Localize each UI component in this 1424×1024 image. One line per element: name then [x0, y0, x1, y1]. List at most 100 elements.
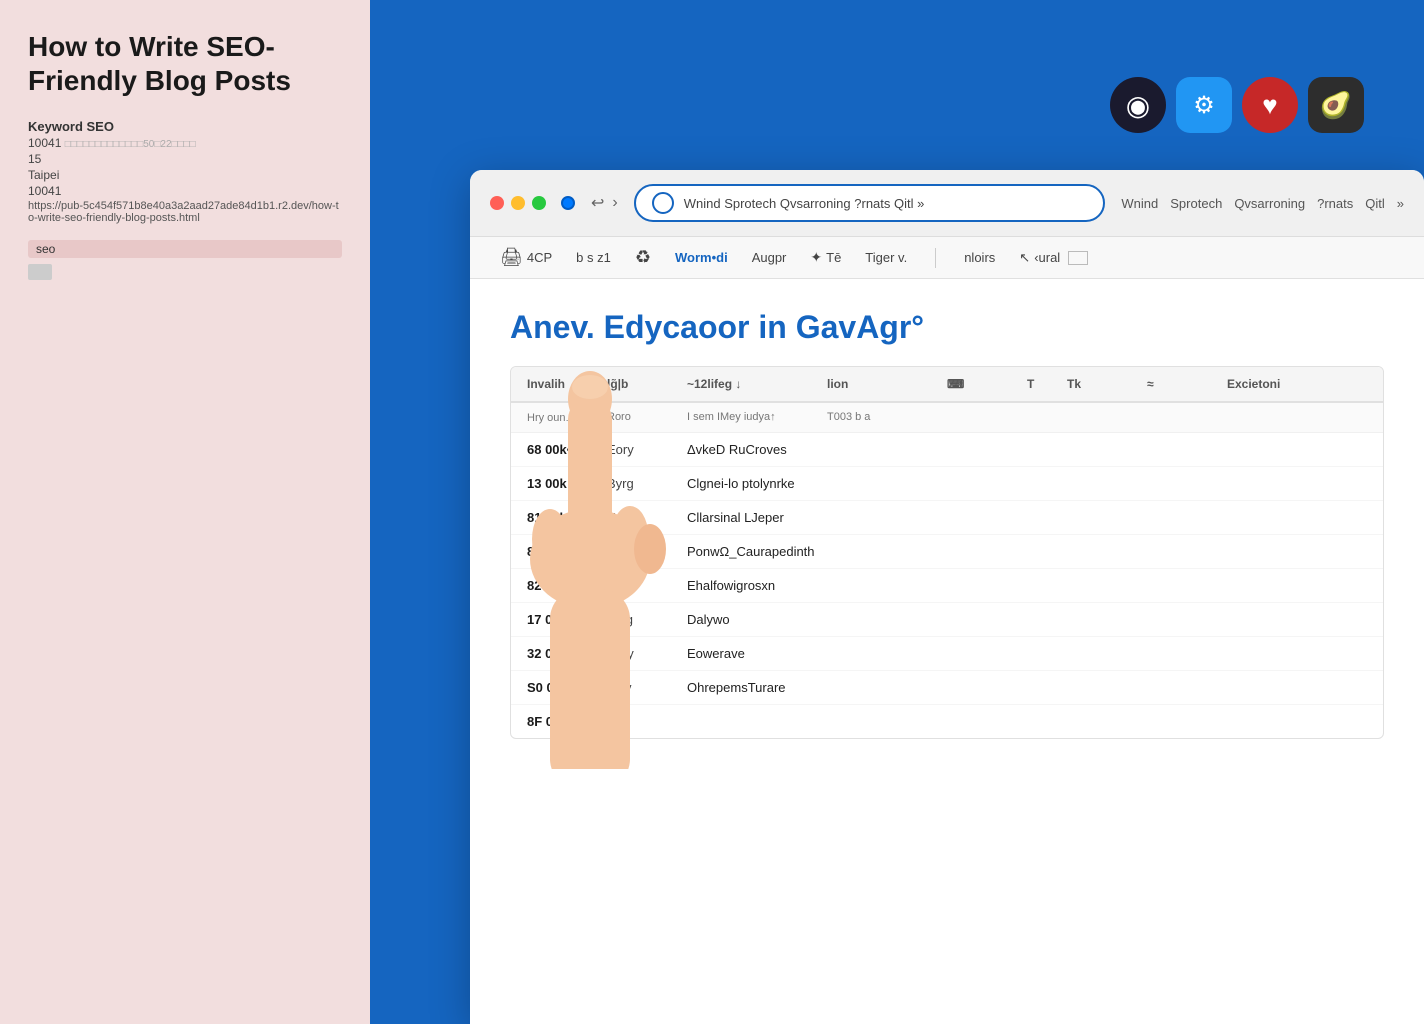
- table-row: 13 00k→ Byrg Clgnei-lo ptolynrke: [511, 467, 1383, 501]
- title-part4: GavAgr°: [796, 309, 924, 345]
- cell-kw-6: Rylg: [607, 612, 687, 627]
- browser-window: ↩ › Wnind Sprotech Qvsarroning ?rnats Qi…: [470, 170, 1424, 1024]
- table-row: 32 00k• Bory Eowerave: [511, 637, 1383, 671]
- sh-5: [947, 411, 1027, 424]
- page-title: How to Write SEO-Friendly Blog Posts: [28, 30, 342, 97]
- sh-2: Roro: [607, 411, 687, 424]
- cell-desc-8: OhrepemsTurare: [687, 680, 827, 695]
- table-row: 8F 00k•: [511, 705, 1383, 738]
- toolbar-separator: [935, 248, 936, 268]
- heart-app-icon[interactable]: ♥: [1242, 77, 1298, 133]
- browser-chrome: ↩ › Wnind Sprotech Qvsarroning ?rnats Qi…: [470, 170, 1424, 237]
- table-subheader-row: Hry oun⊥ Roro I sem IMey iudya↑ T003 b a: [511, 403, 1383, 433]
- toolbar-item-worn-ji[interactable]: Worm•di: [675, 250, 728, 265]
- toolbar-item-te[interactable]: ✦ Tē: [810, 249, 841, 266]
- cell-kw-1: Eory: [607, 442, 687, 457]
- sidebar-icon: [28, 264, 52, 280]
- table-row: 81 00k• Egry Cllarsinal LJeper: [511, 501, 1383, 535]
- address-bar[interactable]: Wnind Sprotech Qvsarroning ?rnats Qitl »: [634, 184, 1106, 222]
- main-area: ◉ ⚙ ♥ 🥑 ↩: [370, 0, 1424, 1024]
- toolbar-item-tiger[interactable]: Tiger v.: [865, 250, 907, 265]
- table-header-row: Invalih lg̃|b ~12lifeg ↓ lion ⌨ T Tk ≈ E…: [511, 367, 1383, 403]
- minimize-button[interactable]: [511, 196, 525, 210]
- toolbar-item-2[interactable]: b s z1: [576, 250, 611, 265]
- meta-zip: 10041: [28, 184, 342, 198]
- th-keyboard: ⌨: [947, 377, 1027, 391]
- toolbar-item-nloirs[interactable]: nloirs: [964, 250, 995, 265]
- cell-desc-3: Cllarsinal LJeper: [687, 510, 827, 525]
- meta-number: 15: [28, 152, 342, 166]
- th-tk: Tk: [1067, 377, 1147, 391]
- seo-tag[interactable]: seo: [28, 240, 342, 258]
- cell-kw-2: Byrg: [607, 476, 687, 491]
- dark-circle-app-icon[interactable]: ◉: [1110, 77, 1166, 133]
- sh-3: I sem IMey iudya↑: [687, 411, 827, 424]
- action-1[interactable]: Wnind: [1121, 196, 1158, 211]
- cell-desc-5: Ehalfowigrosxn: [687, 578, 827, 593]
- traffic-lights: [490, 196, 575, 210]
- toolbar-item-3[interactable]: ♻: [635, 247, 651, 268]
- blue-app-icon[interactable]: ⚙: [1176, 77, 1232, 133]
- title-part3: in: [758, 309, 786, 345]
- toolbar-item-1[interactable]: 🖨 4CP: [500, 247, 552, 268]
- action-3[interactable]: Qvsarroning: [1234, 196, 1305, 211]
- toolbar-label-nloirs: nloirs: [964, 250, 995, 265]
- th-invalih: Invalih: [527, 377, 607, 391]
- toolbar-label-aural: ‹ural: [1034, 250, 1060, 265]
- cell-kw-4: Bylg: [607, 544, 687, 559]
- browser-content: Anev. Edycaoor in GavAgr° Invalih lg̃|b …: [470, 279, 1424, 769]
- cell-kw-3: Egry: [607, 510, 687, 525]
- sh-4: T003 b a: [827, 411, 947, 424]
- toolbar-label-tiger: Tiger v.: [865, 250, 907, 265]
- cell-desc-2: Clgnei-lo ptolynrke: [687, 476, 827, 491]
- cell-vol-4: 80 00k•: [527, 544, 607, 559]
- cell-kw-8: Nillv: [607, 680, 687, 695]
- table-row: 68 00k• Eory ΔvkeD RuCroves: [511, 433, 1383, 467]
- cell-vol-2: 13 00k→: [527, 476, 607, 491]
- cell-kw-7: Bory: [607, 646, 687, 661]
- cell-vol-5: 82 00k•: [527, 578, 607, 593]
- meta-label: Keyword SEO: [28, 119, 342, 134]
- toolbar-icon-1: 🖨: [500, 247, 523, 268]
- cell-desc-1: ΔvkeD RuCroves: [687, 442, 827, 457]
- toolbar-label-worn: Worm•di: [675, 250, 728, 265]
- th-12lifeg: ~12lifeg ↓: [687, 377, 827, 391]
- cell-vol-7: 32 00k•: [527, 646, 607, 661]
- title-part1: Anev.: [510, 309, 595, 345]
- sh-6: [1027, 411, 1067, 424]
- table-row: S0 00k• Nillv OhrepemsTurare: [511, 671, 1383, 705]
- cell-vol-1: 68 00k•: [527, 442, 607, 457]
- cell-desc-4: PonwΩ_Caurapedinth: [687, 544, 827, 559]
- action-4[interactable]: ?rnats: [1317, 196, 1353, 211]
- extra-button[interactable]: [561, 196, 575, 210]
- toolbar-label-te: Tē: [826, 250, 841, 265]
- toolbar-item-aural[interactable]: ↖ ‹ural: [1019, 250, 1088, 266]
- cell-kw-5: Bury: [607, 578, 687, 593]
- title-part2: Edycaoor: [604, 309, 750, 345]
- meta-id: 10041 □□□□□□□□□□□□□50□22□□□□: [28, 136, 342, 150]
- nav-back[interactable]: ↩: [591, 193, 604, 213]
- th-excietoni: Excietoni: [1227, 377, 1327, 391]
- th-lgtb: lg̃|b: [607, 377, 687, 391]
- browser-actions: Wnind Sprotech Qvsarroning ?rnats Qitl »: [1121, 196, 1404, 211]
- action-2[interactable]: Sprotech: [1170, 196, 1222, 211]
- close-button[interactable]: [490, 196, 504, 210]
- sidebar: How to Write SEO-Friendly Blog Posts Key…: [0, 0, 370, 1024]
- cell-desc-6: Dalywo: [687, 612, 827, 627]
- maximize-button[interactable]: [532, 196, 546, 210]
- address-bar-text: Wnind Sprotech Qvsarroning ?rnats Qitl »: [684, 196, 1088, 211]
- action-5[interactable]: Qitl: [1365, 196, 1385, 211]
- search-circle-icon: [652, 192, 674, 214]
- action-more[interactable]: »: [1397, 196, 1404, 211]
- cell-vol-6: 17 004•: [527, 612, 607, 627]
- table-row: 80 00k• Bylg PonwΩ_Caurapedinth: [511, 535, 1383, 569]
- toolbar-item-augpr[interactable]: Augpr: [752, 250, 787, 265]
- cell-vol-8: S0 00k•: [527, 680, 607, 695]
- meta-url: https://pub-5c454f571b8e40a3a2aad27ade84…: [28, 200, 342, 224]
- browser-nav: ↩ ›: [591, 193, 618, 213]
- nav-forward[interactable]: ›: [612, 194, 617, 212]
- leaf-app-icon[interactable]: 🥑: [1308, 77, 1364, 133]
- table-row: 82 00k• Bury Ehalfowigrosxn: [511, 569, 1383, 603]
- table-row: 17 004• Rylg Dalywo: [511, 603, 1383, 637]
- data-table: Invalih lg̃|b ~12lifeg ↓ lion ⌨ T Tk ≈ E…: [510, 366, 1384, 739]
